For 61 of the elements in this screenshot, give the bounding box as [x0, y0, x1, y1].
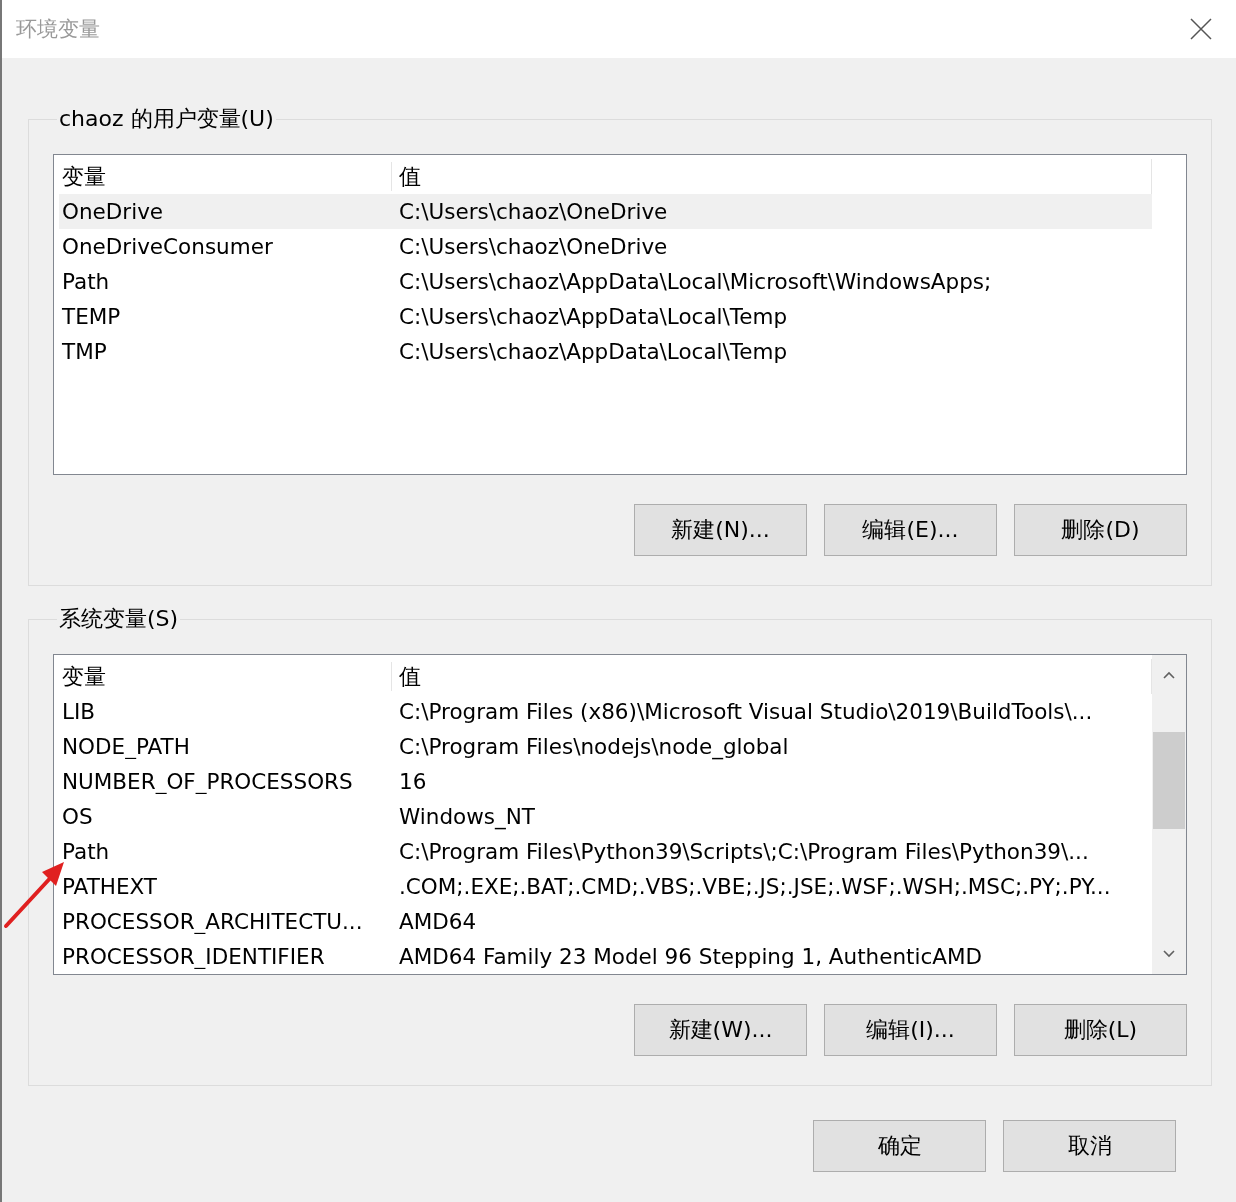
- variable-row[interactable]: OneDrive C:\Users\chaoz\OneDrive: [59, 194, 1152, 229]
- window-title: 环境变量: [16, 16, 100, 43]
- scrollbar[interactable]: [1152, 655, 1186, 974]
- variable-name: PROCESSOR_IDENTIFIER: [61, 944, 326, 969]
- variable-name: OneDrive: [61, 199, 165, 224]
- variable-name: TMP: [61, 339, 108, 364]
- column-header[interactable]: 变量: [59, 162, 391, 191]
- chevron-down-icon[interactable]: [1163, 950, 1175, 958]
- dialog-button[interactable]: 删除(D): [1014, 504, 1187, 556]
- variable-value: AMD64: [398, 909, 478, 934]
- variable-value: C:\Program Files (x86)\Microsoft Visual Studio\2019\BuildTools\...: [398, 699, 1094, 724]
- column-header[interactable]: 值: [391, 662, 1151, 691]
- dialog-button[interactable]: 新建(W)...: [634, 1004, 807, 1056]
- dialog-button[interactable]: 编辑(E)...: [824, 504, 997, 556]
- variable-value: C:\Users\chaoz\AppData\Local\Microsoft\WindowsApps;: [398, 269, 993, 294]
- chevron-up-icon[interactable]: [1163, 671, 1175, 679]
- variable-row[interactable]: Path C:\Users\chaoz\AppData\Local\Microsoft\WindowsApps;: [59, 264, 1152, 299]
- scrollbar-thumb[interactable]: [1153, 732, 1185, 829]
- variable-row[interactable]: NODE_PATH C:\Program Files\nodejs\node_global: [59, 729, 1152, 764]
- variable-row[interactable]: TMP C:\Users\chaoz\AppData\Local\Temp: [59, 334, 1152, 369]
- arrow-annotation: [4, 862, 64, 928]
- variable-value: .COM;.EXE;.BAT;.CMD;.VBS;.VBE;.JS;.JSE;.WSF;.WSH;.MSC;.PY;.PY...: [398, 874, 1112, 899]
- variable-value: Windows_NT: [398, 804, 536, 829]
- dialog-button[interactable]: 取消: [1003, 1120, 1176, 1172]
- dialog-button[interactable]: 确定: [813, 1120, 986, 1172]
- variable-value: C:\Users\chaoz\AppData\Local\Temp: [398, 339, 789, 364]
- variable-row[interactable]: Path C:\Program Files\Python39\Scripts\;C:\Program Files\Python39\...: [59, 834, 1152, 869]
- variable-row[interactable]: NUMBER_OF_PROCESSORS 16: [59, 764, 1152, 799]
- variable-value: C:\Users\chaoz\OneDrive: [398, 234, 669, 259]
- variable-value: C:\Users\chaoz\OneDrive: [398, 199, 669, 224]
- variable-row[interactable]: PATHEXT .COM;.EXE;.BAT;.CMD;.VBS;.VBE;.JS;.JSE;.WSF;.WSH;.MSC;.PY;.PY...: [59, 869, 1152, 904]
- column-header[interactable]: 值: [391, 162, 1151, 191]
- variable-name: OneDriveConsumer: [61, 234, 274, 259]
- variable-row[interactable]: OS Windows_NT: [59, 799, 1152, 834]
- variable-name: NUMBER_OF_PROCESSORS: [61, 769, 354, 794]
- variable-row[interactable]: LIB C:\Program Files (x86)\Microsoft Visual Studio\2019\BuildTools\...: [59, 694, 1152, 729]
- variable-value: 16: [398, 769, 428, 794]
- dialog-button[interactable]: 删除(L): [1014, 1004, 1187, 1056]
- variable-value: C:\Program Files\nodejs\node_global: [398, 734, 790, 759]
- variable-row[interactable]: TEMP C:\Users\chaoz\AppData\Local\Temp: [59, 299, 1152, 334]
- variable-row[interactable]: PROCESSOR_ARCHITECTU... AMD64: [59, 904, 1152, 939]
- variable-list[interactable]: [53, 654, 1187, 975]
- variable-row[interactable]: OneDriveConsumer C:\Users\chaoz\OneDrive: [59, 229, 1152, 264]
- variable-value: AMD64 Family 23 Model 96 Stepping 1, AuthenticAMD: [398, 944, 984, 969]
- variable-name: NODE_PATH: [61, 734, 191, 759]
- variable-list[interactable]: [53, 154, 1187, 475]
- group-title: 系统变量(S): [58, 605, 180, 633]
- variable-name: LIB: [61, 699, 97, 724]
- variable-value: C:\Program Files\Python39\Scripts\;C:\Program Files\Python39\...: [398, 839, 1090, 864]
- variable-name: PATHEXT: [61, 874, 158, 899]
- variable-name: Path: [61, 269, 111, 294]
- variable-name: PROCESSOR_ARCHITECTU...: [61, 909, 364, 934]
- group-title: chaoz 的用户变量(U): [58, 105, 275, 133]
- dialog-button[interactable]: 编辑(I)...: [824, 1004, 997, 1056]
- variable-row[interactable]: PROCESSOR_IDENTIFIER AMD64 Family 23 Model 96 Stepping 1, AuthenticAMD: [59, 939, 1152, 974]
- variable-name: TEMP: [61, 304, 122, 329]
- dialog-button[interactable]: 新建(N)...: [634, 504, 807, 556]
- column-header[interactable]: 变量: [59, 662, 391, 691]
- variable-name: Path: [61, 839, 111, 864]
- variable-name: OS: [61, 804, 94, 829]
- variable-value: C:\Users\chaoz\AppData\Local\Temp: [398, 304, 789, 329]
